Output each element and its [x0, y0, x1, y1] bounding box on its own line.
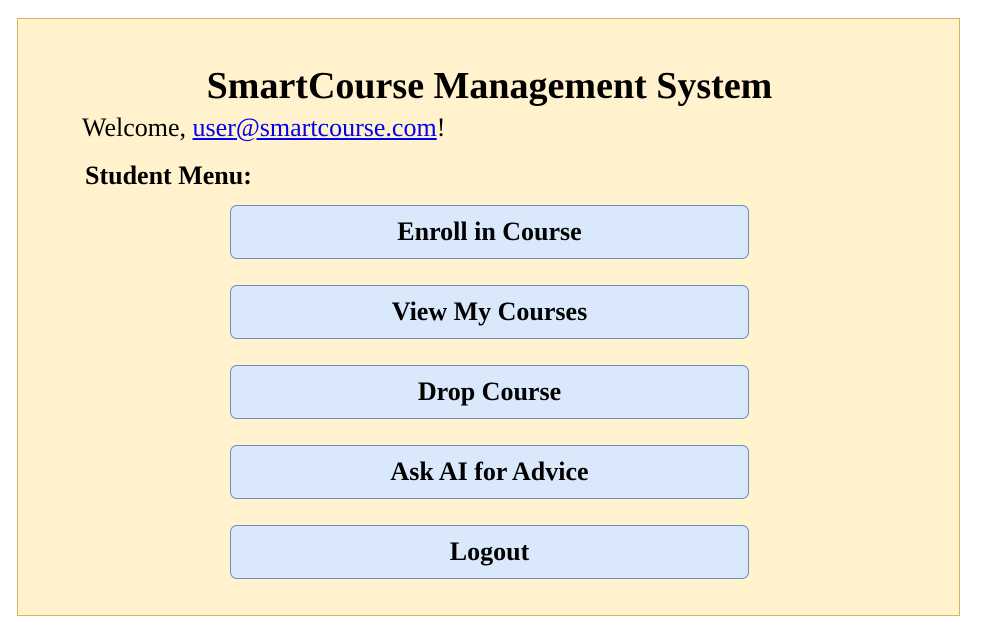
- view-my-courses-button[interactable]: View My Courses: [230, 285, 749, 339]
- logout-button[interactable]: Logout: [230, 525, 749, 579]
- main-panel: SmartCourse Management System Welcome, u…: [17, 18, 960, 616]
- drop-course-button[interactable]: Drop Course: [230, 365, 749, 419]
- user-email-link[interactable]: user@smartcourse.com: [193, 113, 437, 142]
- ask-ai-for-advice-button[interactable]: Ask AI for Advice: [230, 445, 749, 499]
- enroll-in-course-button[interactable]: Enroll in Course: [230, 205, 749, 259]
- welcome-suffix: !: [436, 113, 446, 142]
- welcome-message: Welcome, user@smartcourse.com!: [82, 111, 445, 145]
- welcome-prefix: Welcome,: [82, 113, 193, 142]
- page-title: SmartCourse Management System: [206, 65, 773, 107]
- student-menu-label: Student Menu:: [85, 161, 252, 190]
